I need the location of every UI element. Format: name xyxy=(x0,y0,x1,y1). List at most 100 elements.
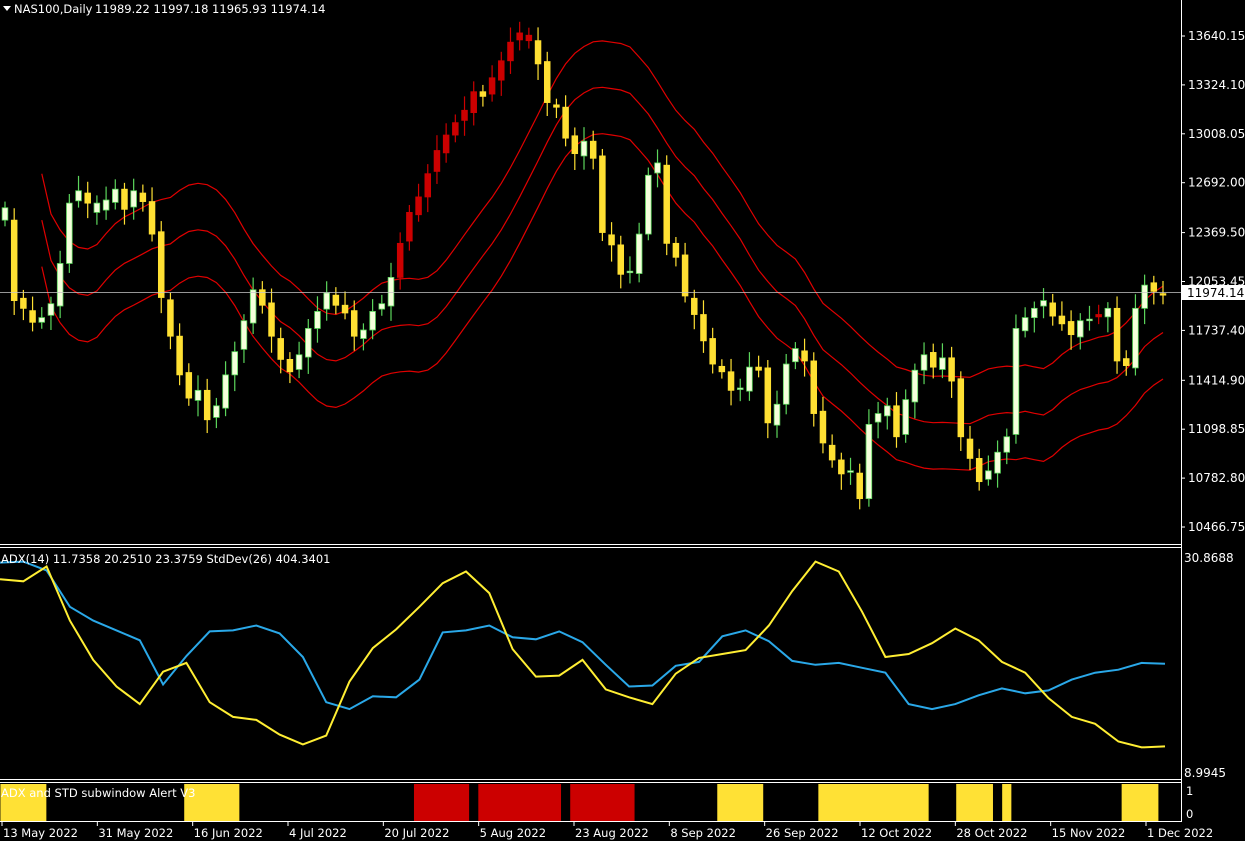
candle-body xyxy=(755,366,762,371)
candle-body xyxy=(599,155,606,233)
candle-body xyxy=(1159,293,1167,296)
candle-body xyxy=(516,32,523,41)
chart-background xyxy=(0,0,1245,841)
time-tick-label: 13 May 2022 xyxy=(3,826,78,840)
candle-body xyxy=(902,399,909,435)
time-tick-label: 12 Oct 2022 xyxy=(861,826,932,840)
time-tick-label: 23 Aug 2022 xyxy=(575,826,649,840)
symbol-label: NAS100,Daily xyxy=(14,2,93,16)
candle-body xyxy=(626,270,634,274)
candle-body xyxy=(185,372,193,399)
alert-signal-yellow xyxy=(1121,784,1159,821)
candle-body xyxy=(663,164,670,244)
candle-body xyxy=(369,311,376,331)
candle-body xyxy=(84,192,91,204)
candle-body xyxy=(939,357,946,370)
candle-body xyxy=(792,348,799,363)
candle-body xyxy=(929,352,937,368)
candle-body xyxy=(1077,320,1084,338)
candle-body xyxy=(350,310,358,337)
alert-signal-yellow xyxy=(1002,784,1012,821)
candle-body xyxy=(112,188,119,203)
candle-body xyxy=(782,363,790,405)
alert-panel-title: ADX and STD subwindow Alert V3 xyxy=(1,786,195,800)
candle-body xyxy=(801,350,808,362)
time-tick-label: 5 Aug 2022 xyxy=(480,826,546,840)
candle-body xyxy=(1,207,9,221)
candle-body xyxy=(470,91,477,114)
price-tick-label: 11414.90 xyxy=(1188,373,1245,387)
candle-body xyxy=(1095,314,1102,318)
ohlc-values: 11989.22 11997.18 11965.93 11974.14 xyxy=(95,2,325,16)
time-tick-label: 26 Sep 2022 xyxy=(766,826,839,840)
candle-body xyxy=(323,292,330,310)
candle-body xyxy=(56,263,64,307)
candle-body xyxy=(406,212,413,242)
price-tick-label: 13008.05 xyxy=(1188,127,1245,141)
price-tick-label: 10782.80 xyxy=(1188,471,1245,485)
candle-body xyxy=(213,405,220,418)
candle-body xyxy=(1058,315,1066,325)
candle-body xyxy=(773,403,781,426)
candle-body xyxy=(994,451,1001,474)
alert-signal-red xyxy=(413,784,470,821)
candle-body xyxy=(874,413,882,423)
candle-body xyxy=(645,174,652,235)
price-tick-label: 11098.85 xyxy=(1188,422,1245,436)
candle-body xyxy=(727,371,735,391)
candle-body xyxy=(286,358,294,373)
candle-body xyxy=(1113,307,1121,362)
time-tick-label: 20 Jul 2022 xyxy=(384,826,449,840)
candle-body xyxy=(828,444,836,461)
alert-axis-bottom: 0 xyxy=(1186,807,1193,821)
time-tick-label: 28 Oct 2022 xyxy=(956,826,1027,840)
candle-body xyxy=(498,60,505,81)
candle-body xyxy=(415,196,422,216)
candle-body xyxy=(1122,358,1130,366)
alert-signal-yellow xyxy=(956,784,993,821)
candle-body xyxy=(1086,318,1093,322)
candle-body xyxy=(507,41,514,62)
candle-body xyxy=(240,320,248,350)
indicator-header: ADX(14) 11.7358 20.2510 23.3759 StdDev(2… xyxy=(1,552,330,566)
candle-body xyxy=(259,289,266,306)
alert-axis-top: 1 xyxy=(1186,784,1193,798)
candle-body xyxy=(47,303,55,316)
candle-body xyxy=(249,289,257,324)
candle-body xyxy=(709,338,716,365)
candle-body xyxy=(231,351,239,376)
alert-signal-red xyxy=(570,784,635,821)
candle-body xyxy=(479,91,487,97)
candle-body xyxy=(1021,317,1029,332)
price-tick-label: 12692.00 xyxy=(1188,176,1245,190)
candle-body xyxy=(387,276,395,307)
candle-body xyxy=(194,389,202,401)
candle-body xyxy=(856,472,863,500)
candle-body xyxy=(314,311,321,329)
candle-body xyxy=(488,77,496,95)
candle-body xyxy=(360,329,367,339)
candle-body xyxy=(1012,328,1020,435)
candle-body xyxy=(176,335,183,376)
candle-body xyxy=(525,34,533,42)
alert-signal-red xyxy=(478,784,562,821)
time-tick-label: 16 Jun 2022 xyxy=(194,826,263,840)
candle-body xyxy=(1141,284,1148,309)
candle-body xyxy=(396,242,404,278)
candle-body xyxy=(1031,307,1038,319)
candle-body xyxy=(654,162,661,174)
candle-body xyxy=(1003,436,1011,453)
candle-body xyxy=(442,134,450,154)
price-tick-label: 12369.50 xyxy=(1188,226,1245,240)
candle-body xyxy=(911,369,919,403)
candle-body xyxy=(452,122,459,136)
candle-body xyxy=(1104,307,1112,318)
candle-body xyxy=(433,150,441,172)
time-tick-label: 31 May 2022 xyxy=(98,826,173,840)
time-tick-label: 4 Jul 2022 xyxy=(289,826,347,840)
candle-body xyxy=(277,338,284,360)
candle-body xyxy=(222,374,229,409)
candle-body xyxy=(66,202,73,264)
price-tick-label: 10466.75 xyxy=(1188,520,1245,534)
candle-body xyxy=(305,328,312,358)
